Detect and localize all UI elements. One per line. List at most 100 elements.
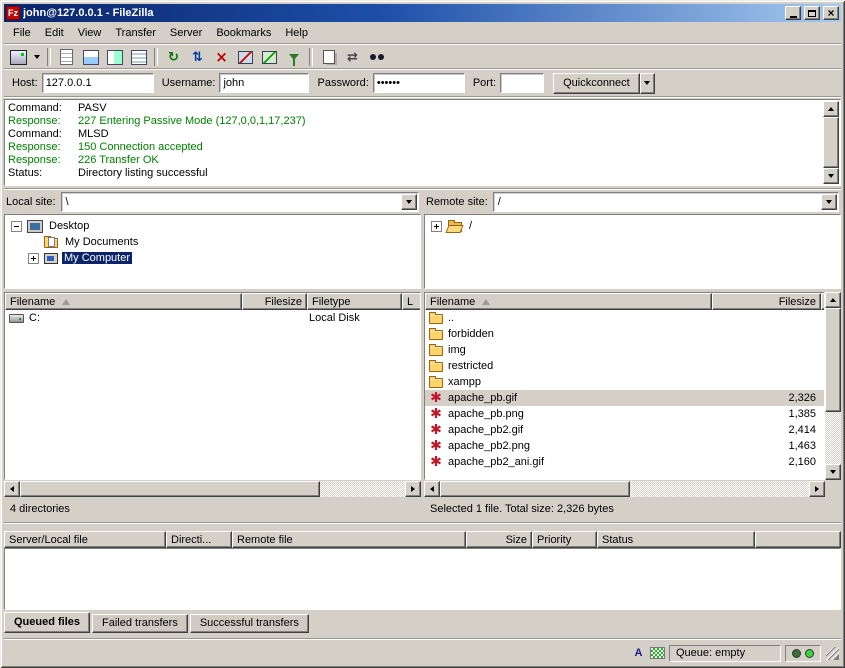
scrollbar-down-button[interactable] — [823, 168, 839, 184]
expand-icon[interactable] — [431, 221, 442, 232]
column-header-priority[interactable]: Priority — [532, 531, 597, 548]
local-horizontal-scrollbar[interactable] — [4, 481, 421, 497]
username-input[interactable] — [219, 73, 309, 93]
column-header-label: Filesize — [265, 296, 302, 308]
transfer-type-icon[interactable]: A — [631, 646, 646, 661]
minimize-button[interactable] — [785, 6, 801, 20]
column-header-directi[interactable]: Directi... — [166, 531, 232, 548]
speed-limit-icon[interactable] — [650, 647, 665, 659]
menu-item-edit[interactable]: Edit — [38, 25, 71, 41]
log-scrollbar[interactable] — [823, 101, 839, 184]
scrollbar-left-button[interactable] — [424, 481, 440, 497]
menu-item-bookmarks[interactable]: Bookmarks — [209, 25, 278, 41]
scrollbar-up-button[interactable] — [825, 292, 841, 308]
remote-vertical-scrollbar[interactable] — [825, 292, 841, 480]
file-size-cell: 2,160 — [712, 454, 821, 470]
file-row[interactable]: forbidden — [425, 326, 824, 342]
tree-item-my-documents[interactable]: My Documents — [5, 234, 420, 250]
close-button[interactable]: × — [823, 6, 839, 20]
scrollbar-thumb[interactable] — [823, 117, 839, 168]
tree-item-label: / — [467, 220, 474, 232]
toggle-remote-tree-button[interactable] — [103, 46, 126, 68]
log-line: Response:227 Entering Passive Mode (127,… — [8, 115, 822, 128]
title-bar[interactable]: Fz john@127.0.0.1 - FileZilla × — [4, 4, 841, 22]
menu-item-transfer[interactable]: Transfer — [108, 25, 163, 41]
close-icon: × — [827, 8, 834, 18]
host-input[interactable] — [42, 73, 154, 93]
scrollbar-thumb[interactable] — [20, 481, 320, 497]
scrollbar-right-button[interactable] — [809, 481, 825, 497]
file-row[interactable]: apache_pb.gif2,326 — [425, 390, 824, 406]
column-header-size[interactable]: Size — [466, 531, 532, 548]
file-row[interactable]: C:Local Disk — [5, 310, 420, 326]
maximize-button[interactable] — [804, 6, 820, 20]
arrow-left-icon — [430, 486, 434, 492]
column-header-remote-file[interactable]: Remote file — [232, 531, 466, 548]
refresh-button[interactable]: ↻ — [162, 46, 185, 68]
file-row[interactable]: restricted — [425, 358, 824, 374]
menu-item-help[interactable]: Help — [278, 25, 315, 41]
password-input[interactable] — [373, 73, 465, 93]
remote-site-combobox[interactable]: / — [493, 192, 839, 212]
menu-item-file[interactable]: File — [6, 25, 38, 41]
column-header-filetype[interactable]: Filetype — [307, 293, 402, 310]
file-row[interactable]: apache_pb2_ani.gif2,160 — [425, 454, 824, 470]
file-row[interactable]: apache_pb.png1,385 — [425, 406, 824, 422]
cancel-button[interactable]: × — [210, 46, 233, 68]
site-manager-button[interactable] — [7, 46, 30, 68]
sort-ascending-icon — [482, 299, 490, 305]
tree-item-my-computer[interactable]: My Computer — [5, 250, 420, 266]
directory-comparison-button[interactable] — [317, 46, 340, 68]
menu-item-server[interactable]: Server — [163, 25, 209, 41]
combo-dropdown-button[interactable] — [401, 194, 417, 210]
file-row[interactable]: apache_pb2.gif2,414 — [425, 422, 824, 438]
file-row[interactable]: img — [425, 342, 824, 358]
file-row[interactable]: xampp — [425, 374, 824, 390]
column-header-filename[interactable]: Filename — [5, 293, 242, 310]
toggle-queue-button[interactable] — [127, 46, 150, 68]
expand-icon[interactable] — [28, 253, 39, 264]
file-row[interactable]: apache_pb2.png1,463 — [425, 438, 824, 454]
toggle-message-log-button[interactable] — [55, 46, 78, 68]
toggle-local-tree-button[interactable] — [79, 46, 102, 68]
compare-icon — [323, 50, 335, 64]
resize-grip[interactable] — [826, 647, 839, 660]
column-header-filesize[interactable]: Filesize — [712, 293, 821, 310]
column-header-filler — [821, 293, 824, 310]
filter-button[interactable] — [282, 46, 305, 68]
tab-queued-files[interactable]: Queued files — [4, 612, 90, 633]
scrollbar-left-button[interactable] — [4, 481, 20, 497]
scrollbar-thumb[interactable] — [440, 481, 630, 497]
scrollbar-down-button[interactable] — [825, 464, 841, 480]
column-header-filesize[interactable]: Filesize — [242, 293, 307, 310]
synchronized-browsing-button[interactable]: ⇄ — [341, 46, 364, 68]
menu-item-view[interactable]: View — [71, 25, 109, 41]
tree-item-desktop[interactable]: Desktop — [5, 218, 420, 234]
process-queue-button[interactable]: ⇅ — [186, 46, 209, 68]
disconnect-button[interactable] — [234, 46, 257, 68]
scrollbar-up-button[interactable] — [823, 101, 839, 117]
file-name: C: — [29, 312, 40, 324]
column-header-server-local-file[interactable]: Server/Local file — [4, 531, 166, 548]
file-row[interactable]: .. — [425, 310, 824, 326]
reconnect-button[interactable] — [258, 46, 281, 68]
scrollbar-thumb[interactable] — [825, 308, 841, 412]
quickconnect-dropdown-button[interactable] — [640, 73, 655, 94]
port-input[interactable] — [500, 73, 544, 93]
find-files-button[interactable] — [365, 46, 388, 68]
scrollbar-right-button[interactable] — [405, 481, 421, 497]
combo-dropdown-button[interactable] — [821, 194, 837, 210]
site-manager-dropdown-button[interactable] — [31, 46, 43, 68]
collapse-icon[interactable] — [11, 221, 22, 232]
column-header-status[interactable]: Status — [597, 531, 755, 548]
reconnect-icon — [262, 51, 277, 64]
local-site-combobox[interactable]: \ — [61, 192, 419, 212]
column-header-l[interactable]: L — [402, 293, 420, 310]
column-header-label: Status — [602, 534, 633, 546]
tab-successful-transfers[interactable]: Successful transfers — [190, 614, 309, 633]
quickconnect-button[interactable]: Quickconnect — [553, 73, 640, 94]
column-header-filename[interactable]: Filename — [425, 293, 712, 310]
tab-failed-transfers[interactable]: Failed transfers — [92, 614, 188, 633]
remote-horizontal-scrollbar[interactable] — [424, 481, 825, 497]
tree-item-root[interactable]: / — [425, 218, 840, 234]
